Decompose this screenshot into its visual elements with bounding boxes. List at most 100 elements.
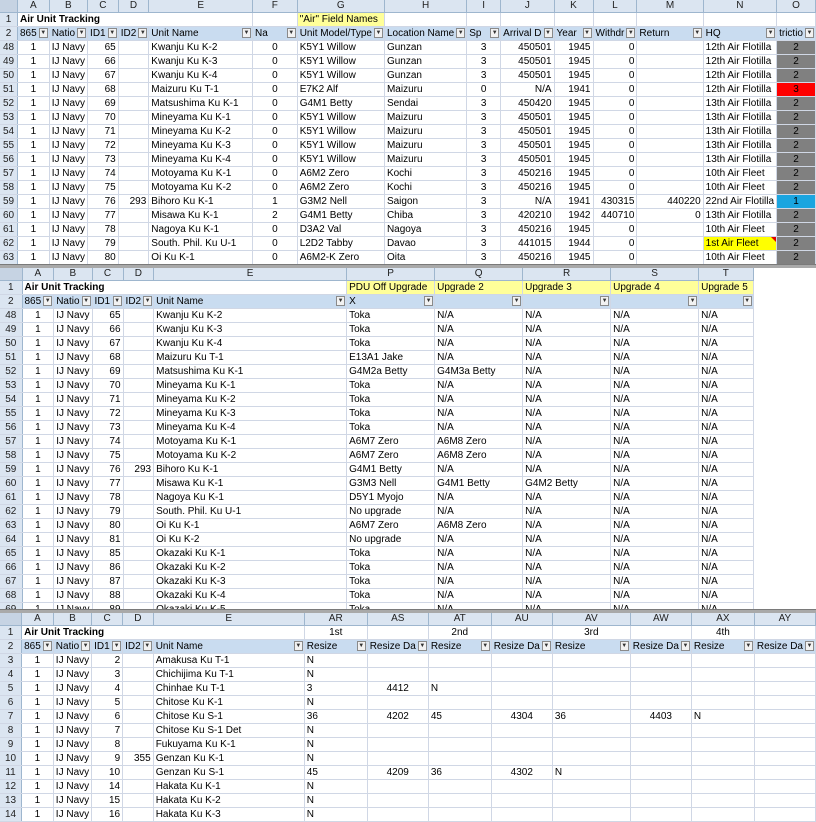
cell[interactable]: 1 [17,236,50,251]
cell[interactable]: 440710 [593,208,638,223]
cell[interactable]: N [304,723,368,738]
cell[interactable] [552,807,631,822]
cell[interactable]: 3 [466,96,502,111]
column-filter-header[interactable]: 865 ▼ [21,639,54,654]
cell[interactable]: 441015 [500,236,555,251]
upgrade-group-header[interactable]: Upgrade 3 [522,280,612,295]
cell[interactable]: IJ Navy [49,68,89,83]
upgrade-group-header[interactable]: Upgrade 4 [610,280,700,295]
hq-cell[interactable]: 13th Air Flotilla [703,208,778,223]
cell[interactable] [552,695,631,710]
cell[interactable]: 450501 [500,110,555,125]
cell[interactable] [384,12,468,27]
cell[interactable]: K5Y1 Willow [297,68,385,83]
cell[interactable] [636,180,704,195]
cell[interactable]: N [304,793,368,808]
restriction-cell[interactable]: 2 [776,96,816,111]
cell[interactable]: IJ Navy [49,208,89,223]
cell[interactable]: Mineyama Ku K-2 [153,392,348,407]
filter-dropdown-icon[interactable]: ▼ [286,28,296,38]
filter-dropdown-icon[interactable]: ▼ [805,28,814,38]
cell[interactable]: Davao [384,236,468,251]
column-header[interactable]: A [17,0,50,13]
cell[interactable]: 3 [466,250,502,265]
column-filter-header[interactable]: ID2 ▼ [123,294,155,309]
column-filter-header[interactable]: HQ ▼ [703,26,778,41]
cell[interactable]: Toka [346,392,436,407]
filter-dropdown-icon[interactable]: ▼ [81,296,91,306]
cell[interactable]: Maizuru [384,152,468,167]
cell[interactable] [466,12,502,27]
cell[interactable]: 1 [21,751,54,766]
cell[interactable] [691,681,755,696]
cell[interactable] [123,574,155,589]
cell[interactable] [500,12,555,27]
cell[interactable]: Kwanju Ku K-2 [148,40,253,55]
cell[interactable]: 1 [17,166,50,181]
filter-dropdown-icon[interactable]: ▼ [626,28,636,38]
cell[interactable] [691,695,755,710]
cell[interactable]: 3 [466,110,502,125]
cell[interactable]: N [304,751,368,766]
restriction-cell[interactable]: 1 [776,194,816,209]
cell[interactable] [691,653,755,668]
cell[interactable]: Gunzan [384,54,468,69]
cell[interactable]: 79 [87,236,119,251]
cell[interactable] [630,751,692,766]
cell[interactable] [118,54,150,69]
cell[interactable] [367,653,429,668]
cell[interactable]: Nagoya Ku K-1 [148,222,253,237]
cell[interactable]: 0 [593,152,638,167]
cell[interactable]: N/A [434,462,524,477]
cell[interactable]: N/A [522,588,612,603]
resize-group-header[interactable] [754,625,816,640]
cell[interactable]: IJ Navy [49,236,89,251]
column-filter-header[interactable]: ▼ [522,294,612,309]
cell[interactable] [491,793,553,808]
cell[interactable]: N [304,807,368,822]
column-filter-header[interactable]: X ▼ [346,294,436,309]
row-header[interactable]: 56 [0,420,23,435]
cell[interactable]: Okazaki Ku K-4 [153,588,348,603]
cell[interactable]: 1 [17,82,50,97]
cell[interactable]: 3 [466,194,502,209]
row-header[interactable]: 63 [0,250,18,265]
cell[interactable] [123,406,155,421]
filter-dropdown-icon[interactable]: ▼ [766,28,776,38]
cell[interactable] [428,751,492,766]
cell[interactable] [122,807,154,822]
cell[interactable]: 0 [593,82,638,97]
cell[interactable]: 67 [87,68,119,83]
cell[interactable]: 0 [252,124,298,139]
cell[interactable]: Mineyama Ku K-4 [153,420,348,435]
cell[interactable] [636,236,704,251]
cell[interactable]: 3 [466,236,502,251]
cell[interactable]: N/A [522,560,612,575]
cell[interactable]: 10 [91,765,124,780]
cell[interactable]: G3M3 Nell [346,476,436,491]
cell[interactable]: 1 [21,723,54,738]
cell[interactable]: Maizuru Ku T-1 [153,350,348,365]
cell[interactable] [123,448,155,463]
cell[interactable]: 1942 [554,208,594,223]
filter-dropdown-icon[interactable]: ▼ [490,28,500,38]
column-header[interactable]: A [21,613,54,626]
cell[interactable]: A6M7 Zero [346,448,436,463]
cell[interactable] [122,681,154,696]
cell[interactable] [122,695,154,710]
cell[interactable]: N/A [698,532,754,547]
cell[interactable]: N/A [522,364,612,379]
cell[interactable] [123,490,155,505]
cell[interactable]: N/A [434,490,524,505]
cell[interactable]: N [304,653,368,668]
hq-cell[interactable]: 12th Air Flotilla [703,82,778,97]
cell[interactable]: 1945 [554,138,594,153]
cell[interactable]: K5Y1 Willow [297,124,385,139]
cell[interactable]: N/A [610,560,700,575]
cell[interactable]: IJ Navy [49,110,89,125]
cell[interactable]: Nagoya [384,222,468,237]
column-header[interactable]: P [346,268,436,281]
cell[interactable]: N/A [610,406,700,421]
cell[interactable]: N/A [610,350,700,365]
cell[interactable]: A6M8 Zero [434,518,524,533]
